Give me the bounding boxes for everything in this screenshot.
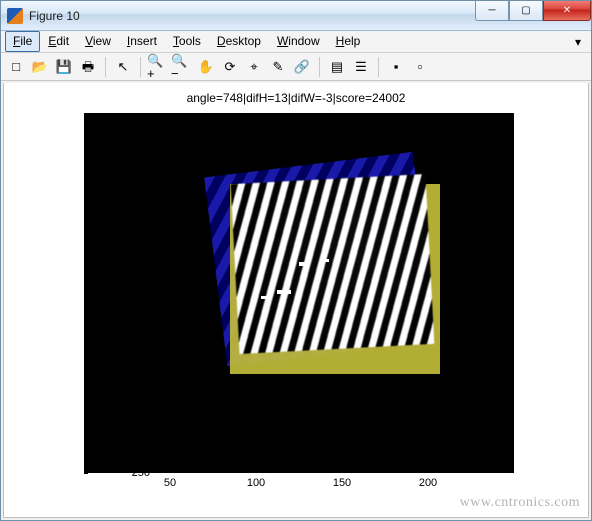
menu-tools[interactable]: Tools bbox=[165, 31, 209, 52]
y-tick-label: 200 bbox=[120, 395, 150, 407]
x-tick-mark bbox=[256, 469, 257, 473]
window-buttons: ─ ▢ ✕ bbox=[475, 1, 591, 21]
x-tick-label: 200 bbox=[419, 477, 437, 489]
new-figure-icon: □ bbox=[12, 60, 20, 73]
axes[interactable] bbox=[84, 113, 514, 473]
y-tick-label: 250 bbox=[120, 467, 150, 479]
print-button[interactable]: 🖶 bbox=[77, 56, 99, 78]
menu-edit[interactable]: Edit bbox=[40, 31, 77, 52]
open-icon: 📂 bbox=[32, 60, 48, 73]
y-tick-mark bbox=[84, 329, 88, 330]
show-plot-tools-icon: ▫ bbox=[418, 60, 423, 73]
y-tick-mark bbox=[84, 401, 88, 402]
matlab-app-icon bbox=[7, 8, 23, 24]
overlay-interference-stripes bbox=[231, 174, 435, 354]
link-button[interactable]: 🔗 bbox=[291, 56, 313, 78]
menu-desktop[interactable]: Desktop bbox=[209, 31, 269, 52]
pan-icon: ✋ bbox=[198, 60, 214, 73]
speckle bbox=[299, 262, 309, 266]
speckle bbox=[323, 259, 329, 262]
print-icon: 🖶 bbox=[82, 60, 94, 73]
data-cursor-icon: ⌖ bbox=[250, 60, 257, 73]
dock-figure-icon[interactable]: ▾ bbox=[569, 34, 587, 50]
x-tick-label: 50 bbox=[164, 477, 176, 489]
y-tick-mark bbox=[84, 185, 88, 186]
toolbar-separator bbox=[319, 57, 320, 77]
save-icon: 💾 bbox=[56, 60, 72, 73]
hide-plot-tools-icon: ▪ bbox=[394, 60, 399, 73]
close-button[interactable]: ✕ bbox=[543, 1, 591, 21]
image-overlay-stack bbox=[85, 114, 513, 472]
x-tick-mark bbox=[170, 469, 171, 473]
link-icon: 🔗 bbox=[294, 60, 310, 73]
pointer-icon: ↖ bbox=[118, 60, 129, 73]
zoom-in-button[interactable]: 🔍+ bbox=[147, 56, 169, 78]
data-cursor-button[interactable]: ⌖ bbox=[243, 56, 265, 78]
speckle bbox=[277, 290, 291, 294]
y-tick-mark bbox=[84, 473, 88, 474]
rotate-3d-icon: ⟳ bbox=[225, 60, 236, 73]
figure-area[interactable]: angle=748|difH=13|difW=-3|score=24002 50… bbox=[3, 83, 589, 518]
hide-plot-tools-button[interactable]: ▪ bbox=[385, 56, 407, 78]
y-tick-label: 50 bbox=[120, 179, 150, 191]
y-tick-label: 100 bbox=[120, 251, 150, 263]
insert-colorbar-button[interactable]: ▤ bbox=[326, 56, 348, 78]
window-title: Figure 10 bbox=[29, 9, 80, 23]
minimize-button[interactable]: ─ bbox=[475, 1, 509, 21]
insert-legend-button[interactable]: ☰ bbox=[350, 56, 372, 78]
toolbar: □ 📂 💾 🖶 ↖ 🔍+🔍− ✋ ⟳ ⌖ ✎ 🔗 ▤ ☰ ▪ ▫ bbox=[1, 53, 591, 81]
insert-legend-icon: ☰ bbox=[355, 60, 367, 73]
speckle bbox=[261, 296, 268, 299]
show-plot-tools-button[interactable]: ▫ bbox=[409, 56, 431, 78]
insert-colorbar-icon: ▤ bbox=[331, 60, 343, 73]
toolbar-separator bbox=[378, 57, 379, 77]
menu-insert[interactable]: Insert bbox=[119, 31, 165, 52]
toolbar-separator bbox=[105, 57, 106, 77]
x-tick-label: 100 bbox=[247, 477, 265, 489]
menubar: FileEditViewInsertToolsDesktopWindowHelp… bbox=[1, 31, 591, 53]
maximize-button[interactable]: ▢ bbox=[509, 1, 543, 21]
menu-file[interactable]: File bbox=[5, 31, 40, 52]
toolbar-separator bbox=[140, 57, 141, 77]
menu-help[interactable]: Help bbox=[328, 31, 369, 52]
zoom-out-button[interactable]: 🔍− bbox=[171, 56, 193, 78]
pointer-button[interactable]: ↖ bbox=[112, 56, 134, 78]
zoom-in-icon: 🔍+ bbox=[147, 54, 169, 80]
y-tick-label: 150 bbox=[120, 323, 150, 335]
menu-window[interactable]: Window bbox=[269, 31, 328, 52]
brush-button[interactable]: ✎ bbox=[267, 56, 289, 78]
open-button[interactable]: 📂 bbox=[29, 56, 51, 78]
x-tick-mark bbox=[428, 469, 429, 473]
brush-icon: ✎ bbox=[273, 60, 284, 73]
titlebar: Figure 10 ─ ▢ ✕ bbox=[1, 1, 591, 31]
zoom-out-icon: 🔍− bbox=[171, 54, 193, 80]
new-figure-button[interactable]: □ bbox=[5, 56, 27, 78]
figure-window: Figure 10 ─ ▢ ✕ FileEditViewInsertToolsD… bbox=[0, 0, 592, 521]
pan-button[interactable]: ✋ bbox=[195, 56, 217, 78]
x-tick-label: 150 bbox=[333, 477, 351, 489]
rotate-3d-button[interactable]: ⟳ bbox=[219, 56, 241, 78]
save-button[interactable]: 💾 bbox=[53, 56, 75, 78]
y-tick-mark bbox=[84, 257, 88, 258]
menu-view[interactable]: View bbox=[77, 31, 119, 52]
x-tick-mark bbox=[342, 469, 343, 473]
axes-title: angle=748|difH=13|difW=-3|score=24002 bbox=[4, 91, 588, 105]
watermark-text: www.cntronics.com bbox=[460, 495, 580, 511]
